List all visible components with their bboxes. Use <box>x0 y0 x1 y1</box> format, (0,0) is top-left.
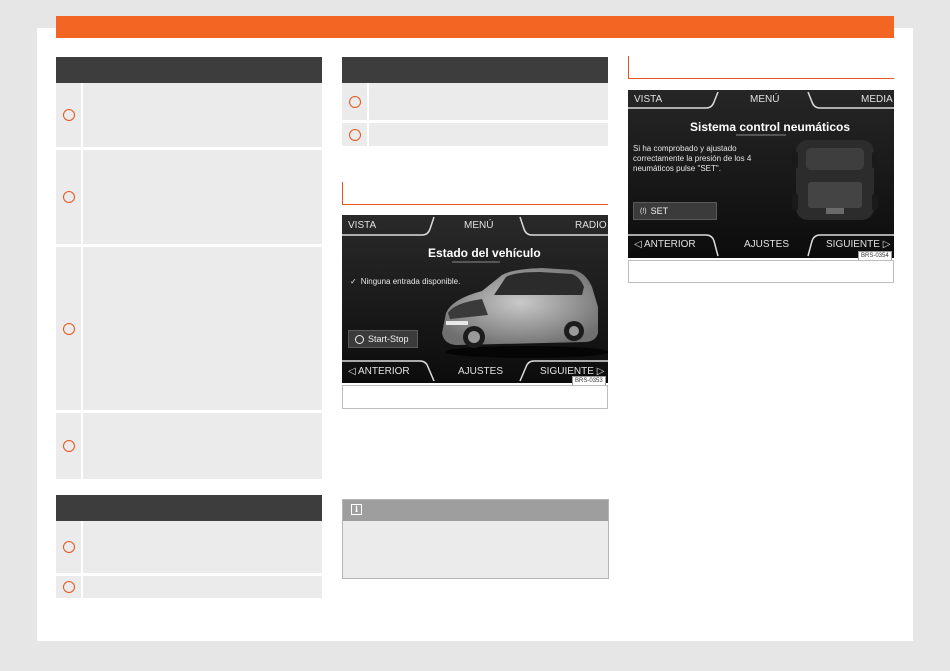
screen-title: Estado del vehículo <box>428 246 541 260</box>
screen-title: Sistema control neumáticos <box>690 120 851 134</box>
table-row <box>56 521 322 576</box>
note-header: i <box>343 500 608 521</box>
figure-caption-box <box>342 385 608 409</box>
previous-label: ANTERIOR <box>643 239 696 250</box>
tyre-control-screen: VISTA MENÚ MEDIA Sistema control neumáti… <box>628 90 894 258</box>
left-arrow-icon: ◁ <box>348 366 356 377</box>
tab-menu[interactable]: MENÚ <box>750 94 779 105</box>
tyre-pressure-icon: (!) <box>640 207 647 215</box>
table-3 <box>342 57 608 146</box>
circle-marker-icon <box>348 95 361 108</box>
settings-button[interactable]: AJUSTES <box>458 366 503 377</box>
row-number-cell <box>56 83 83 147</box>
table-1 <box>56 57 322 479</box>
settings-button[interactable]: AJUSTES <box>744 239 789 250</box>
previous-button[interactable]: ◁ ANTERIOR <box>634 239 696 250</box>
table-row <box>342 123 608 146</box>
info-icon: i <box>351 504 362 515</box>
header-accent-bar <box>56 16 894 38</box>
start-stop-button[interactable]: Start-Stop <box>348 330 418 348</box>
table-header <box>56 57 322 83</box>
check-icon: ✓ <box>350 277 357 286</box>
status-message-text: Ninguna entrada disponible. <box>360 277 461 286</box>
left-arrow-icon: ◁ <box>634 239 642 250</box>
next-label: SIGUIENTE <box>826 239 880 250</box>
set-label: SET <box>650 206 669 216</box>
row-number-cell <box>56 247 83 410</box>
circle-marker-icon <box>62 541 75 553</box>
tab-vista[interactable]: VISTA <box>348 220 376 231</box>
row-number-cell <box>56 576 83 598</box>
row-number-cell <box>342 83 369 120</box>
table-row <box>56 576 322 598</box>
start-stop-label: Start-Stop <box>368 334 409 344</box>
figure-caption-box <box>628 260 894 283</box>
circle-marker-icon <box>62 581 75 593</box>
table-row <box>56 247 322 413</box>
vehicle-status-screen: VISTA MENÚ RADIO Estado del vehículo ✓ Ni… <box>342 215 608 383</box>
row-number-cell <box>56 521 83 573</box>
circle-marker-icon <box>62 191 75 203</box>
row-number-cell <box>56 150 83 244</box>
screen-frame-graphics <box>628 90 894 258</box>
row-number-cell <box>342 123 369 146</box>
circle-marker-icon <box>62 440 75 452</box>
table-2 <box>56 495 322 598</box>
table-row <box>56 150 322 247</box>
status-message: ✓ Ninguna entrada disponible. <box>350 277 460 287</box>
previous-label: ANTERIOR <box>357 366 410 377</box>
table-row <box>56 83 322 150</box>
right-arrow-icon: ▷ <box>882 239 891 250</box>
screen-frame-graphics <box>342 215 608 383</box>
row-number-cell <box>56 413 83 479</box>
table-header <box>56 495 322 521</box>
circle-marker-icon <box>62 109 75 121</box>
tab-vista[interactable]: VISTA <box>634 94 662 105</box>
tab-media[interactable]: MEDIA <box>861 94 893 105</box>
table-row <box>342 83 608 123</box>
tyre-instruction-text: Si ha comprobado y ajustado correctament… <box>633 144 752 173</box>
tab-radio[interactable]: RADIO <box>575 220 607 231</box>
note-box: i <box>342 499 609 579</box>
car-top-view-illustration <box>792 140 878 220</box>
circle-marker-icon <box>62 322 75 335</box>
table-row <box>56 413 322 479</box>
table-header <box>342 57 608 83</box>
section-heading-rule <box>342 182 608 205</box>
tab-menu[interactable]: MENÚ <box>464 220 493 231</box>
next-button[interactable]: SIGUIENTE ▷ <box>826 239 890 250</box>
circle-marker-icon <box>348 128 361 141</box>
set-button[interactable]: (!) SET <box>633 202 717 220</box>
start-stop-icon <box>355 334 364 344</box>
section-heading-rule <box>628 56 894 79</box>
previous-button[interactable]: ◁ ANTERIOR <box>348 366 410 377</box>
